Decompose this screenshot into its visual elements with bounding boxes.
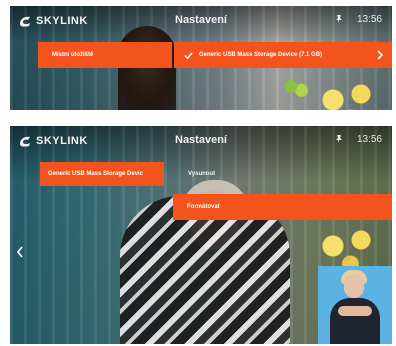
usb-device-item[interactable]: Generic USB Mass Storage Device (7.1 GB) xyxy=(174,42,392,68)
usb-device-label: Generic USB Mass Storage Devic xyxy=(48,171,144,177)
presenter-figure xyxy=(118,26,176,110)
usb-device-item[interactable]: Generic USB Mass Storage Devic xyxy=(40,162,164,186)
menu-item-format[interactable]: Formátovat xyxy=(173,194,392,220)
menu-item-label: Vysunout xyxy=(188,171,216,177)
menu-item-eject[interactable]: Vysunout xyxy=(180,162,280,186)
screen-2: SKYLINK Nastavení 13:56 Generic USB Mass… xyxy=(10,126,392,344)
menu-item-local-storage[interactable]: Místní úložiště xyxy=(38,42,172,68)
menu-item-label: Formátovat xyxy=(187,204,220,210)
chevron-right-icon xyxy=(377,50,384,60)
menu-item-label: Místní úložiště xyxy=(52,52,94,58)
pin-icon xyxy=(336,135,342,143)
check-icon xyxy=(184,51,193,59)
flowers-decoration xyxy=(312,76,382,110)
fruit-decoration xyxy=(282,76,312,102)
interpreter-hands xyxy=(338,306,372,316)
interpreter-body xyxy=(330,298,380,344)
screen-1: SKYLINK Nastavení 13:56 Místní úložiště … xyxy=(10,6,392,110)
clock: 13:56 xyxy=(356,134,382,145)
interpreter-head xyxy=(344,274,364,298)
usb-device-label: Generic USB Mass Storage Device (7.1 GB) xyxy=(199,52,323,58)
sign-language-interpreter xyxy=(318,266,392,344)
chevron-left-icon[interactable] xyxy=(16,246,24,258)
pin-icon xyxy=(336,15,342,23)
clock: 13:56 xyxy=(356,14,382,25)
